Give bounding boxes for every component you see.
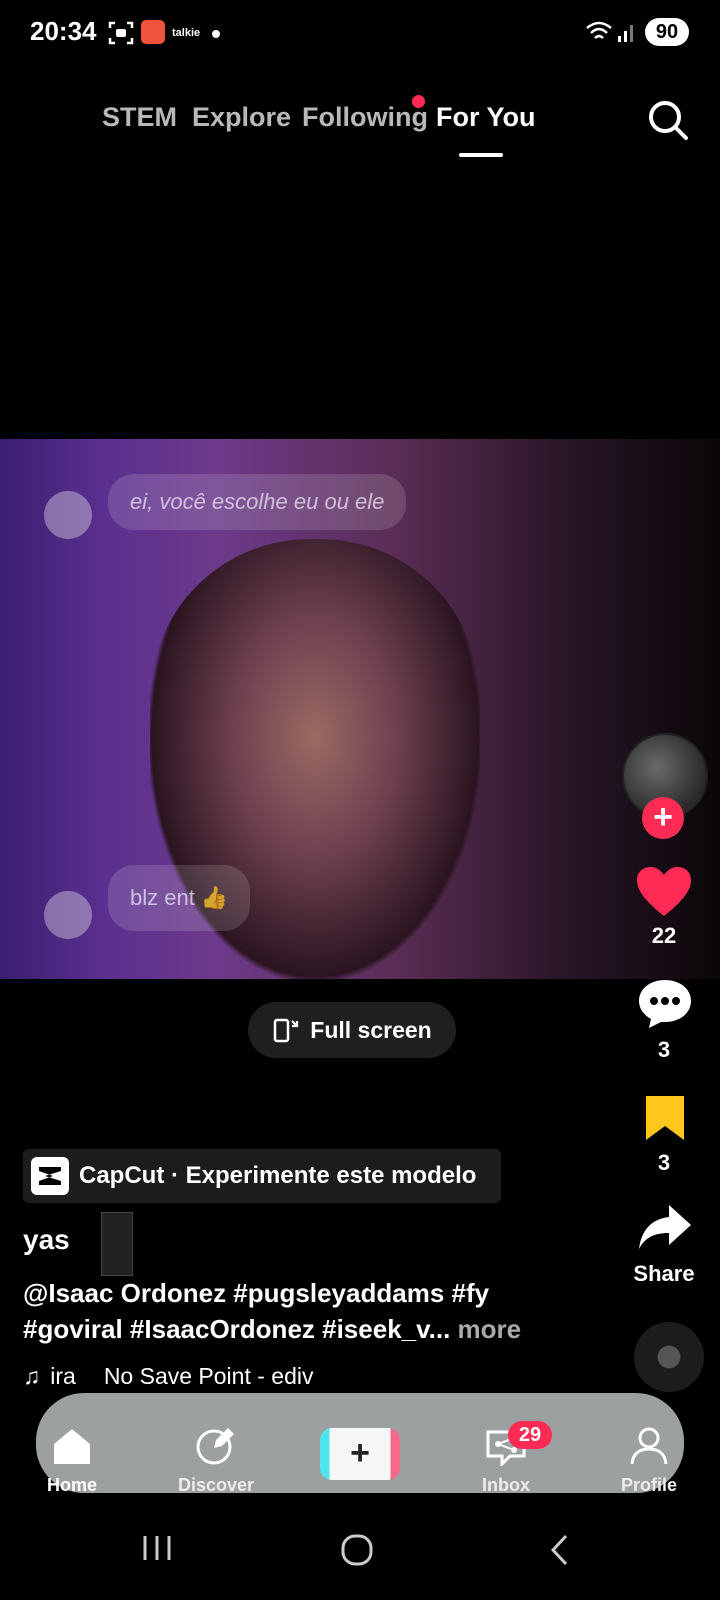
caption-line-2-text[interactable]: #goviral #IsaacOrdonez #iseek_v... xyxy=(23,1314,450,1344)
music-row[interactable]: ♫ ira No Save Point - ediv xyxy=(23,1363,313,1390)
tab-following[interactable]: Following xyxy=(302,102,428,133)
chat-bubble-1: ei, você escolhe eu ou ele xyxy=(108,474,407,530)
music-disc[interactable] xyxy=(634,1322,704,1392)
signal-icon xyxy=(616,20,638,49)
capcut-banner-text: CapCut · Experimente este modelo xyxy=(79,1162,477,1189)
notification-dot xyxy=(212,30,220,38)
chat-bubble-2-avatar xyxy=(44,891,92,939)
capcut-logo-icon xyxy=(31,1157,69,1195)
capcut-banner[interactable]: CapCut · Experimente este modelo xyxy=(23,1149,501,1203)
comment-count: 3 xyxy=(657,1037,671,1062)
battery-indicator: 90 xyxy=(645,18,689,46)
like-button[interactable] xyxy=(636,866,692,923)
video-player[interactable]: ei, você escolhe eu ou ele blz ent 👍 xyxy=(0,439,720,979)
tab-stem[interactable]: STEM xyxy=(102,102,177,133)
share-label: Share xyxy=(633,1261,695,1286)
share-arrow-icon xyxy=(639,1205,691,1249)
screenshot-icon xyxy=(108,20,134,51)
post-username[interactable]: yas xyxy=(23,1224,70,1256)
inbox-badge: 29 xyxy=(508,1421,552,1449)
fullscreen-icon xyxy=(274,1018,299,1043)
bookmark-icon xyxy=(646,1096,684,1140)
comment-icon xyxy=(639,980,691,1028)
home-system-icon[interactable] xyxy=(340,1533,374,1572)
nav-profile[interactable]: Profile xyxy=(599,1426,699,1496)
nav-home-label: Home xyxy=(46,1475,97,1495)
plus-icon: + xyxy=(350,1434,370,1472)
share-button[interactable] xyxy=(637,1203,693,1258)
nav-inbox-label: Inbox xyxy=(482,1475,530,1495)
back-icon[interactable] xyxy=(548,1533,572,1572)
compass-edit-icon xyxy=(196,1428,234,1465)
chat-bubble-1-avatar xyxy=(44,491,92,539)
following-notification-dot xyxy=(412,95,425,108)
nav-discover[interactable]: Discover xyxy=(166,1426,266,1496)
tab-explore[interactable]: Explore xyxy=(192,102,291,133)
post-thumbnail xyxy=(101,1212,133,1276)
caption-line-2[interactable]: #goviral #IsaacOrdonez #iseek_v... more xyxy=(23,1314,521,1345)
nav-home[interactable]: Home xyxy=(22,1426,122,1496)
active-tab-indicator xyxy=(459,153,503,157)
nav-discover-label: Discover xyxy=(177,1475,255,1495)
search-icon[interactable] xyxy=(645,97,691,148)
like-count: 22 xyxy=(651,923,677,948)
wifi-icon xyxy=(585,20,613,49)
save-button[interactable] xyxy=(644,1094,686,1147)
profile-icon xyxy=(630,1427,668,1465)
fullscreen-label: Full screen xyxy=(310,1016,432,1043)
caption-line-1[interactable]: @Isaac Ordonez #pugsleyaddams #fy xyxy=(23,1278,489,1309)
talkie-label: talkie xyxy=(172,27,201,39)
home-icon xyxy=(54,1429,90,1464)
caption-more-button[interactable]: more xyxy=(458,1314,522,1344)
app-notification-icon xyxy=(141,20,165,44)
chat-bubble-2: blz ent 👍 xyxy=(108,865,251,931)
fullscreen-button[interactable]: Full screen xyxy=(248,1002,456,1058)
save-count: 3 xyxy=(657,1150,671,1175)
follow-button[interactable]: + xyxy=(642,797,684,839)
create-button[interactable]: + xyxy=(320,1428,400,1480)
status-time: 20:34 xyxy=(30,16,97,46)
heart-icon xyxy=(637,867,691,916)
recent-apps-icon[interactable] xyxy=(141,1533,173,1568)
nav-profile-label: Profile xyxy=(620,1475,677,1495)
music-note-icon: ♫ xyxy=(23,1363,41,1389)
tab-for-you[interactable]: For You xyxy=(436,102,536,133)
music-title-left: ira xyxy=(50,1363,76,1389)
music-title: No Save Point - ediv xyxy=(103,1363,314,1389)
comment-button[interactable] xyxy=(637,978,693,1035)
